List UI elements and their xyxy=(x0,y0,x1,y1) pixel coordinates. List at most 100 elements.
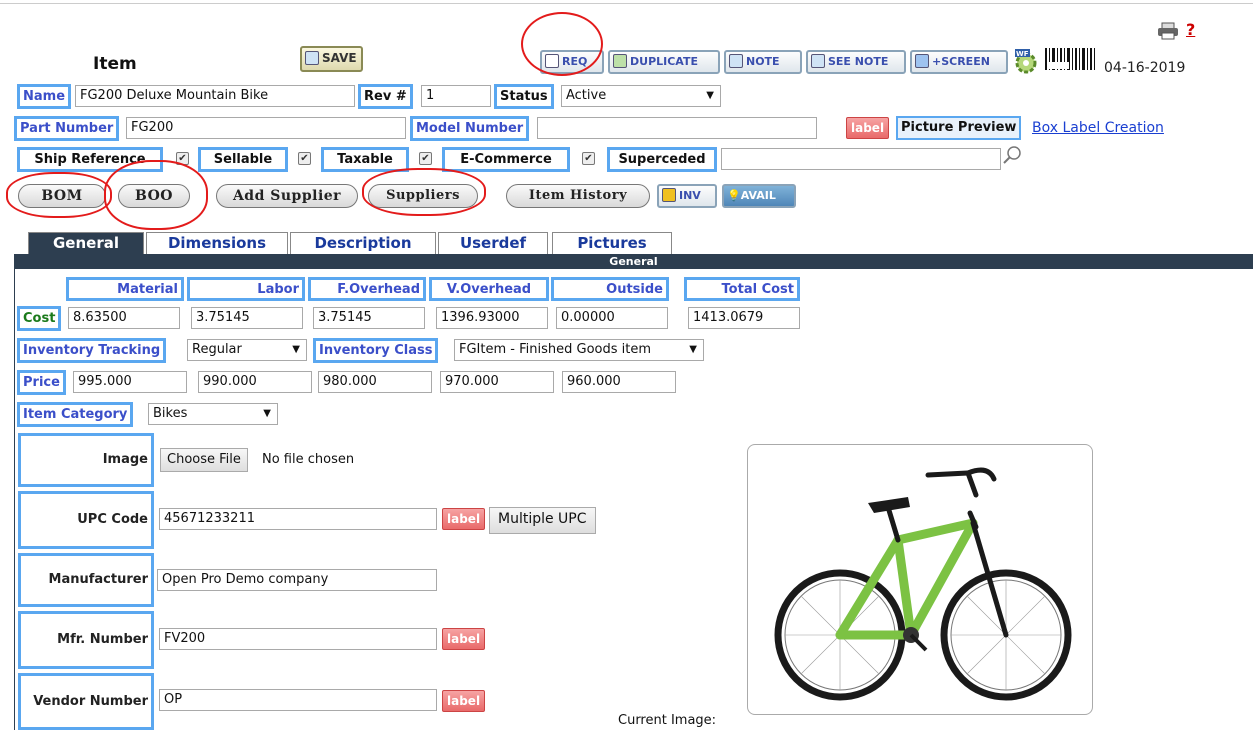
inventory-class-label: Inventory Class xyxy=(313,338,439,363)
print-label-button[interactable]: label xyxy=(846,117,890,139)
see-note-button[interactable]: SEE NOTE xyxy=(806,50,906,74)
vendor-label-button[interactable]: label xyxy=(442,690,486,712)
f-overhead-cost-input[interactable]: 3.75145 xyxy=(313,307,425,329)
chevron-down-icon: ▼ xyxy=(263,408,271,419)
chevron-down-icon: ▼ xyxy=(292,344,300,355)
labor-header: Labor xyxy=(187,277,305,301)
part-number-label: Part Number xyxy=(14,116,120,141)
avail-button[interactable]: 💡AVAIL xyxy=(722,184,796,208)
labor-cost-input[interactable]: 3.75145 xyxy=(191,307,303,329)
v-overhead-cost-input[interactable]: 1396.93000 xyxy=(436,307,548,329)
chevron-down-icon: ▼ xyxy=(706,90,714,101)
outside-cost-input[interactable]: 0.00000 xyxy=(556,307,668,329)
status-select[interactable]: Active ▼ xyxy=(561,85,721,107)
inv-button[interactable]: INV xyxy=(657,184,717,208)
name-input[interactable]: FG200 Deluxe Mountain Bike xyxy=(75,85,355,107)
choose-file-button[interactable]: Choose File xyxy=(160,448,248,472)
header-date: 04-16-2019 xyxy=(1104,60,1186,76)
svg-text:////: //// xyxy=(913,543,931,559)
tab-userdef[interactable]: Userdef xyxy=(438,232,548,254)
item-category-select[interactable]: Bikes ▼ xyxy=(148,403,278,425)
picture-preview-button[interactable]: Picture Preview xyxy=(896,116,1022,140)
bom-button[interactable]: BOM xyxy=(18,184,106,208)
v-overhead-header: V.Overhead xyxy=(429,277,549,301)
duplicate-button[interactable]: DUPLICATE xyxy=(608,50,720,74)
rev-input[interactable]: 1 xyxy=(421,85,491,107)
price-input-3[interactable]: 980.000 xyxy=(318,371,432,393)
image-label: Image xyxy=(18,433,154,487)
part-number-input[interactable]: FG200 xyxy=(126,117,406,139)
tab-dimensions[interactable]: Dimensions xyxy=(146,232,288,254)
price-input-2[interactable]: 990.000 xyxy=(198,371,312,393)
multiple-upc-button[interactable]: Multiple UPC xyxy=(489,507,596,534)
price-label: Price xyxy=(17,370,66,395)
superceded-label: Superceded xyxy=(607,147,717,172)
barcode-icon[interactable] xyxy=(1043,46,1099,74)
workflow-gear-icon[interactable]: WF xyxy=(1012,48,1040,76)
mfr-label-button[interactable]: label xyxy=(442,628,486,650)
inventory-tracking-label: Inventory Tracking xyxy=(17,338,167,363)
section-header: General xyxy=(14,254,1253,269)
inventory-icon xyxy=(662,188,676,202)
upc-code-input[interactable]: 45671233211 xyxy=(159,508,437,530)
suppliers-button[interactable]: Suppliers xyxy=(368,184,478,208)
current-image-label: Current Image: xyxy=(618,713,717,728)
total-cost-header: Total Cost xyxy=(684,277,800,301)
screen-button[interactable]: +SCREEN xyxy=(910,50,1008,74)
ship-reference-checkbox[interactable]: ✔ xyxy=(176,152,189,165)
material-header: Material xyxy=(66,277,184,301)
chevron-down-icon: ▼ xyxy=(689,344,697,355)
outside-header: Outside xyxy=(551,277,669,301)
ecommerce-checkbox[interactable]: ✔ xyxy=(582,152,595,165)
pencil-icon xyxy=(729,54,743,68)
help-link[interactable]: ? xyxy=(1186,20,1195,39)
boo-button[interactable]: BOO xyxy=(118,184,190,208)
box-label-creation-link[interactable]: Box Label Creation xyxy=(1032,120,1164,136)
price-input-4[interactable]: 970.000 xyxy=(440,371,554,393)
section-left-border xyxy=(14,269,15,730)
taxable-label: Taxable xyxy=(321,147,409,172)
manufacturer-label: Manufacturer xyxy=(18,553,154,607)
upc-code-label: UPC Code xyxy=(18,491,154,549)
price-input-5[interactable]: 960.000 xyxy=(562,371,676,393)
material-cost-input[interactable]: 8.63500 xyxy=(68,307,180,329)
tab-pictures[interactable]: Pictures xyxy=(552,232,672,254)
tab-description[interactable]: Description xyxy=(290,232,436,254)
tab-general[interactable]: General xyxy=(28,232,144,254)
total-cost-input[interactable]: 1413.0679 xyxy=(688,307,800,329)
cost-label: Cost xyxy=(17,306,62,331)
sellable-checkbox[interactable]: ✔ xyxy=(298,152,311,165)
add-supplier-button[interactable]: Add Supplier xyxy=(216,184,358,208)
ship-reference-label: Ship Reference xyxy=(17,147,163,172)
manufacturer-input[interactable]: Open Pro Demo company xyxy=(157,569,437,591)
document-icon xyxy=(545,54,559,68)
save-icon xyxy=(305,51,319,65)
item-history-button[interactable]: Item History xyxy=(506,184,650,208)
vendor-number-input[interactable]: OP xyxy=(159,689,437,711)
upc-label-button[interactable]: label xyxy=(442,508,486,530)
inventory-class-select[interactable]: FGItem - Finished Goods item ▼ xyxy=(454,339,704,361)
req-button[interactable]: REQ xyxy=(540,50,604,74)
model-number-input[interactable] xyxy=(537,117,817,139)
printer-icon[interactable] xyxy=(1157,22,1179,40)
bicycle-image: //// xyxy=(774,467,1072,701)
superceded-input[interactable] xyxy=(721,148,1001,170)
price-input-1[interactable]: 995.000 xyxy=(73,371,187,393)
status-label: Status xyxy=(494,84,554,109)
save-button[interactable]: SAVE xyxy=(300,46,363,72)
model-number-label: Model Number xyxy=(410,116,530,141)
no-file-chosen-text: No file chosen xyxy=(262,452,355,467)
top-divider xyxy=(0,3,1253,4)
mfr-number-input[interactable]: FV200 xyxy=(159,628,437,650)
taxable-checkbox[interactable]: ✔ xyxy=(419,152,432,165)
f-overhead-header: F.Overhead xyxy=(308,277,426,301)
page-title: Item xyxy=(93,54,137,74)
rev-label: Rev # xyxy=(358,84,413,109)
name-label: Name xyxy=(17,84,72,109)
note-button[interactable]: NOTE xyxy=(724,50,802,74)
item-category-label: Item Category xyxy=(17,402,134,427)
inventory-tracking-select[interactable]: Regular ▼ xyxy=(187,339,307,361)
svg-text:WF: WF xyxy=(1016,50,1029,58)
magnify-note-icon xyxy=(811,54,825,68)
search-icon[interactable] xyxy=(1002,145,1022,165)
